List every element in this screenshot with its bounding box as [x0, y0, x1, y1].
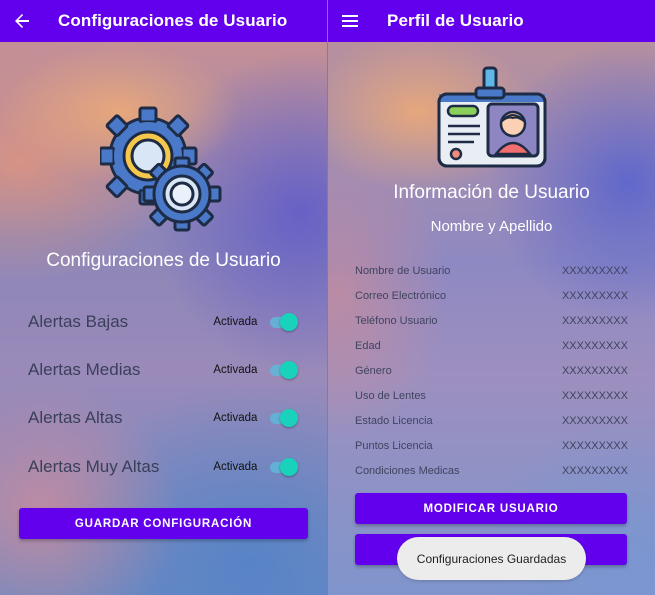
app-bar: Configuraciones de Usuario — [0, 0, 327, 42]
info-value: XXXXXXXXX — [561, 415, 628, 427]
alert-row-very-high: Alertas Muy Altas Activada — [28, 455, 299, 479]
alert-label: Alertas Medias — [28, 360, 141, 379]
info-row: Nombre de Usuario XXXXXXXXX — [355, 263, 628, 279]
info-label: Nombre de Usuario — [355, 265, 451, 277]
info-label: Teléfono Usuario — [355, 315, 438, 327]
info-value: XXXXXXXXX — [561, 265, 628, 277]
alert-label: Alertas Altas — [28, 408, 123, 427]
info-label: Uso de Lentes — [355, 390, 426, 402]
alert-status: Activada — [213, 316, 258, 328]
profile-heading: Información de Usuario — [393, 182, 590, 203]
info-label: Correo Electrónico — [355, 290, 447, 302]
info-row: Condiciones Medicas XXXXXXXXX — [355, 463, 628, 479]
alert-row-low: Alertas Bajas Activada — [28, 310, 299, 334]
info-row: Puntos Licencia XXXXXXXXX — [355, 438, 628, 454]
alert-toggle-high[interactable] — [269, 408, 299, 428]
alert-label: Alertas Bajas — [28, 312, 129, 331]
alert-toggle-very-high[interactable] — [269, 457, 299, 477]
info-value: XXXXXXXXX — [561, 390, 628, 402]
info-value: XXXXXXXXX — [561, 315, 628, 327]
info-row: Uso de Lentes XXXXXXXXX — [355, 388, 628, 404]
alert-status: Activada — [213, 412, 258, 424]
alert-toggle-low[interactable] — [269, 312, 299, 332]
info-label: Puntos Licencia — [355, 440, 433, 452]
profile-screen: Perfil de Usuario Información de Usuario… — [328, 0, 655, 595]
hamburger-menu-icon[interactable] — [340, 11, 360, 31]
info-label: Género — [355, 365, 392, 377]
save-settings-button[interactable]: GUARDAR CONFIGURACIÓN — [19, 508, 308, 539]
info-value: XXXXXXXXX — [561, 290, 628, 302]
info-row: Edad XXXXXXXXX — [355, 338, 628, 354]
alert-row-medium: Alertas Medias Activada — [28, 358, 299, 382]
alert-status: Activada — [213, 364, 258, 376]
info-value: XXXXXXXXX — [561, 340, 628, 352]
alert-row-high: Alertas Altas Activada — [28, 406, 299, 430]
alert-toggle-medium[interactable] — [269, 360, 299, 380]
back-arrow-icon[interactable] — [12, 11, 32, 31]
info-value: XXXXXXXXX — [561, 365, 628, 377]
info-row: Teléfono Usuario XXXXXXXXX — [355, 313, 628, 329]
info-value: XXXXXXXXX — [561, 440, 628, 452]
info-label: Condiciones Medicas — [355, 465, 460, 477]
modify-user-button[interactable]: MODIFICAR USUARIO — [355, 493, 627, 524]
settings-screen: Configuraciones de Usuario Configuracion… — [0, 0, 327, 595]
info-row: Género XXXXXXXXX — [355, 363, 628, 379]
id-card-icon — [437, 66, 547, 168]
screen-title: Perfil de Usuario — [387, 11, 524, 30]
info-row: Correo Electrónico XXXXXXXXX — [355, 288, 628, 304]
alert-status: Activada — [213, 461, 258, 473]
gears-icon — [100, 106, 222, 232]
settings-heading: Configuraciones de Usuario — [46, 250, 281, 271]
info-label: Edad — [355, 340, 381, 352]
info-label: Estado Licencia — [355, 415, 433, 427]
app-bar: Perfil de Usuario — [328, 0, 655, 42]
info-value: XXXXXXXXX — [561, 465, 628, 477]
info-row: Estado Licencia XXXXXXXXX — [355, 413, 628, 429]
user-full-name: Nombre y Apellido — [430, 218, 553, 235]
toast-message: Configuraciones Guardadas — [397, 537, 586, 580]
screen-title: Configuraciones de Usuario — [58, 11, 288, 30]
alert-label: Alertas Muy Altas — [28, 457, 160, 476]
